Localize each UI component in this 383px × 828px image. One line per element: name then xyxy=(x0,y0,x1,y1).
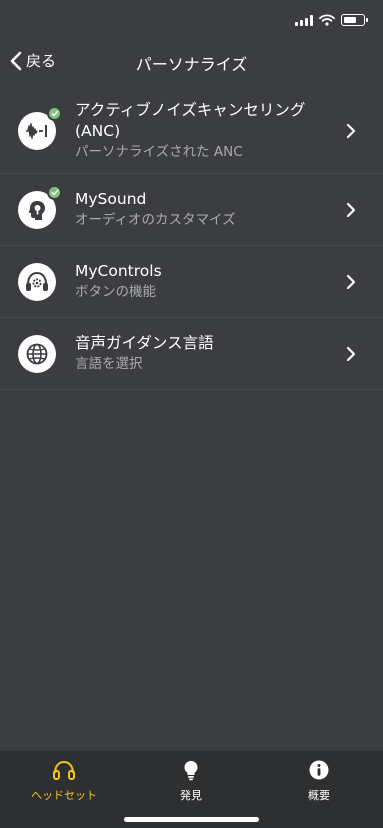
check-badge-icon xyxy=(47,105,62,121)
tab-label: ヘッドセット xyxy=(31,789,97,802)
chevron-right-icon xyxy=(346,346,356,361)
navigation-bar: 戻る パーソナライズ xyxy=(0,44,383,80)
item-subtitle: 言語を選択 xyxy=(75,356,143,372)
globe-icon xyxy=(18,334,56,373)
chevron-right-icon xyxy=(346,202,356,217)
info-icon xyxy=(309,760,329,780)
battery-icon xyxy=(341,14,368,26)
list-item-voice-guidance-language[interactable]: 音声ガイダンス言語 言語を選択 xyxy=(0,318,383,390)
headphones-icon xyxy=(53,760,75,780)
check-badge-icon xyxy=(47,184,62,200)
screen: 戻る パーソナライズ アクティブノイズキャンセリング (ANC) パーソナライズ… xyxy=(0,0,383,828)
item-title: アクティブノイズキャンセリング (ANC) xyxy=(75,100,306,140)
list-item-mysound[interactable]: MySound オーディオのカスタマイズ xyxy=(0,174,383,246)
chevron-right-icon xyxy=(346,274,356,289)
item-title: MySound xyxy=(75,190,147,208)
cellular-signal-icon xyxy=(295,14,313,26)
tab-label: 概要 xyxy=(308,789,330,802)
page-title: パーソナライズ xyxy=(135,55,248,74)
tab-label: 発見 xyxy=(180,789,202,802)
list-item-mycontrols[interactable]: MyControls ボタンの機能 xyxy=(0,246,383,318)
list-item-anc[interactable]: アクティブノイズキャンセリング (ANC) パーソナライズされた ANC xyxy=(0,88,383,174)
lightbulb-icon xyxy=(184,761,198,781)
item-text: MySound オーディオのカスタマイズ xyxy=(75,189,339,230)
item-title: 音声ガイダンス言語 xyxy=(75,334,214,352)
headset-gear-icon xyxy=(18,262,56,301)
item-subtitle: オーディオのカスタマイズ xyxy=(75,212,236,228)
head-sound-icon xyxy=(18,184,62,229)
tab-overview[interactable]: 概要 xyxy=(274,759,364,803)
tab-discover[interactable]: 発見 xyxy=(146,759,236,803)
status-bar xyxy=(0,0,383,44)
wifi-icon xyxy=(319,14,335,26)
item-text: アクティブノイズキャンセリング (ANC) パーソナライズされた ANC xyxy=(75,100,339,162)
item-subtitle: パーソナライズされた ANC xyxy=(75,143,243,160)
chevron-right-icon xyxy=(346,123,356,138)
item-subtitle: ボタンの機能 xyxy=(75,284,156,300)
tab-headset[interactable]: ヘッドセット xyxy=(19,759,109,803)
anc-waveform-icon xyxy=(18,105,62,150)
home-indicator[interactable] xyxy=(124,817,259,822)
tab-bar: ヘッドセット 発見 概要 xyxy=(0,751,383,828)
item-text: 音声ガイダンス言語 言語を選択 xyxy=(75,333,339,374)
item-title: MyControls xyxy=(75,262,162,280)
settings-list: アクティブノイズキャンセリング (ANC) パーソナライズされた ANC MyS… xyxy=(0,88,383,390)
status-icons xyxy=(295,14,368,26)
item-text: MyControls ボタンの機能 xyxy=(75,261,339,302)
